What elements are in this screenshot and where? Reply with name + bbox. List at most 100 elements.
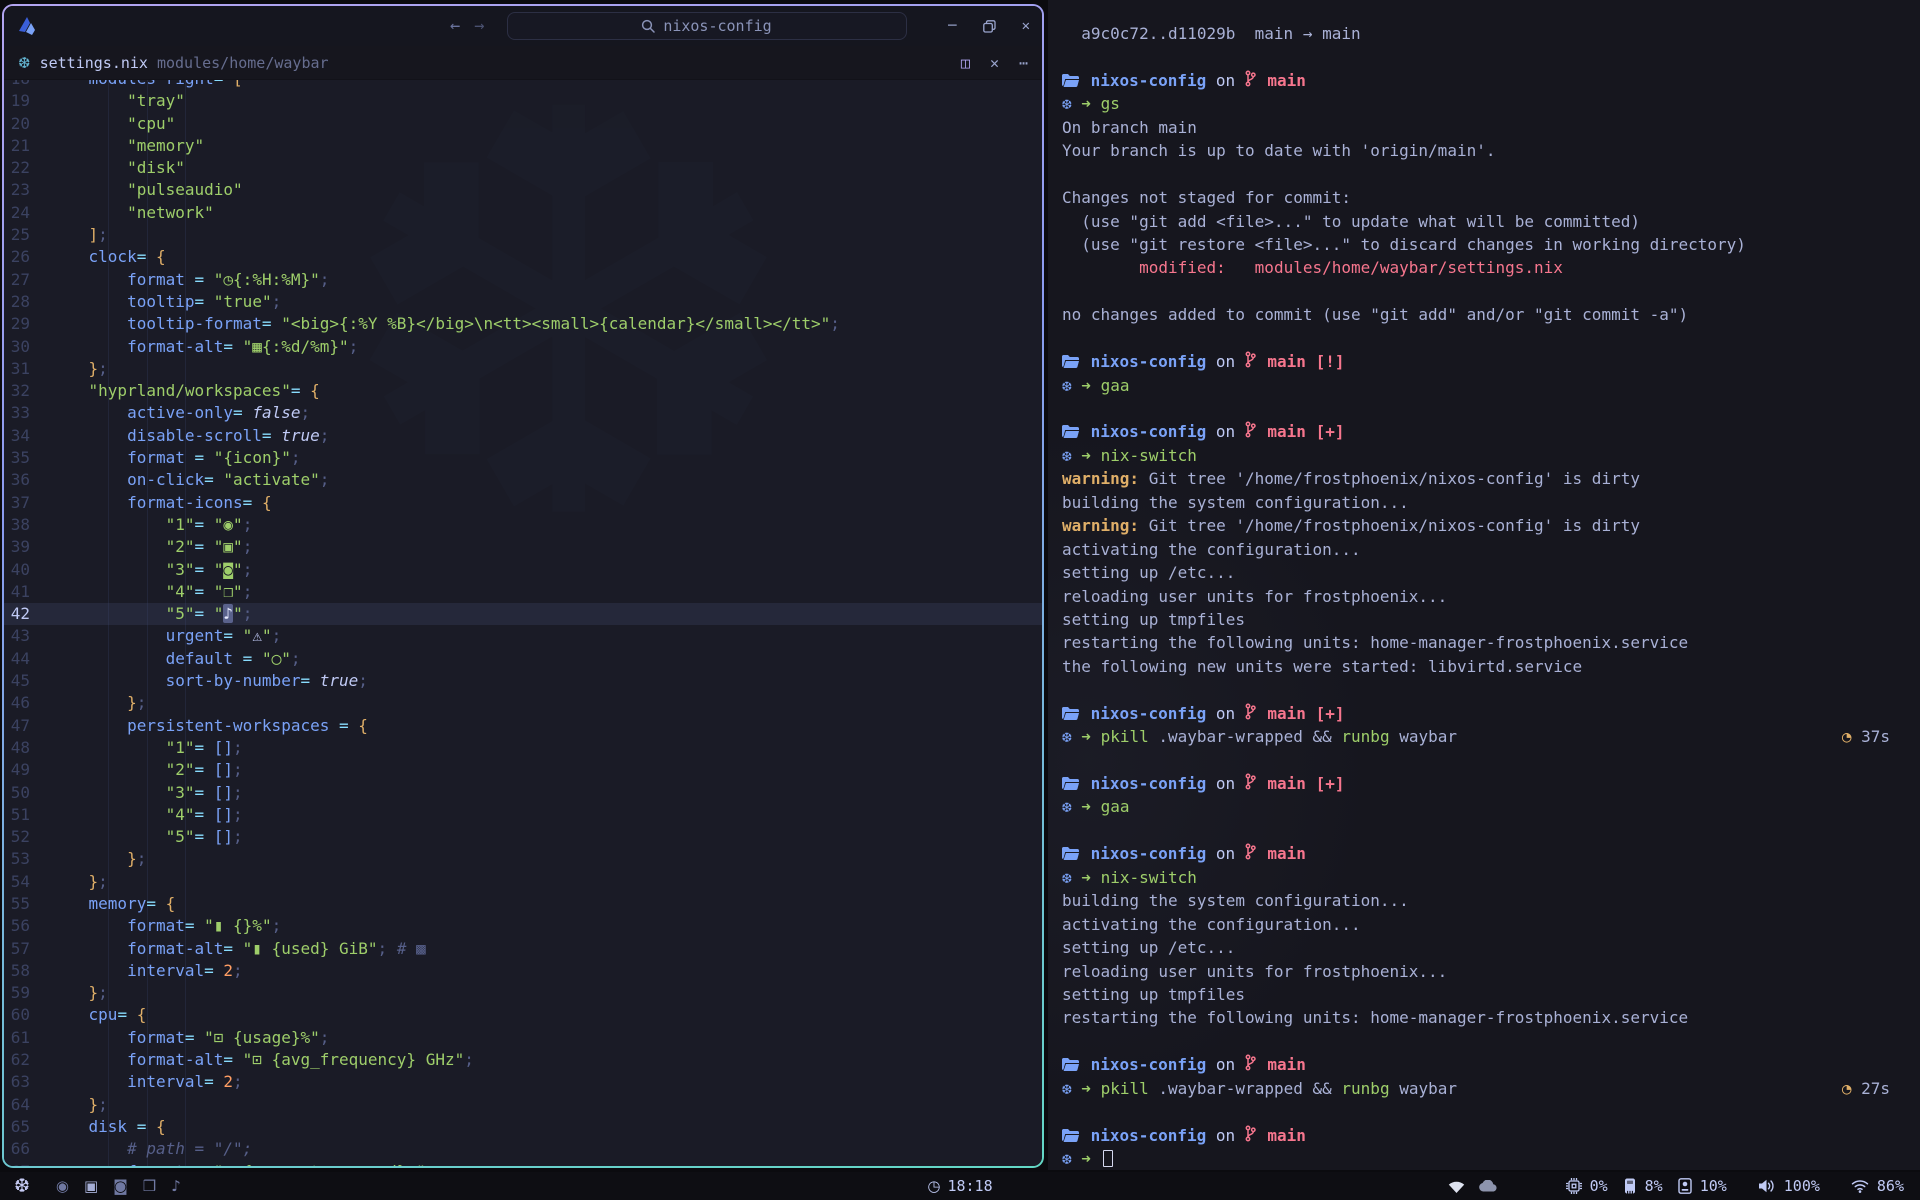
code-line-42[interactable]: 42 "5"= "♪"; [4,603,1042,625]
terminal-line-12: no changes added to commit (use "git add… [1062,303,1920,326]
clock-module[interactable]: ◷ 18:18 [927,1177,992,1195]
tab-close-icon[interactable]: ✕ [990,54,999,72]
code-line-37[interactable]: 37 format-icons= { [4,492,1042,514]
code-lines: 18 modules-right= [19 "tray"20 "cpu"21 "… [4,80,1042,1166]
terminal-window[interactable]: a9c0c72..d11029b main → main nixos-confi… [1048,0,1920,1170]
code-line-51[interactable]: 51 "4"= []; [4,804,1042,826]
nav-forward-button[interactable]: → [474,16,484,36]
code-line-55[interactable]: 55 memory= { [4,893,1042,915]
line-number: 22 [4,157,50,179]
code-line-24[interactable]: 24 "network" [4,202,1042,224]
code-text: "tray" [50,90,185,112]
code-line-35[interactable]: 35 format = "{icon}"; [4,447,1042,469]
workspace-2-terminal-icon[interactable]: ▣ [84,1177,98,1195]
tab-settings-nix[interactable]: ❆ settings.nix modules/home/waybar [18,54,329,72]
code-line-57[interactable]: 57 format-alt= "▮ {used} GiB"; # ▩ [4,938,1042,960]
split-pane-icon[interactable]: ◫ [961,54,970,72]
code-line-29[interactable]: 29 tooltip-format= "<big>{:%Y %B}</big>\… [4,313,1042,335]
code-line-27[interactable]: 27 format = "◷{:%H:%M}"; [4,269,1042,291]
workspace-4-notes-icon[interactable]: ❒ [143,1177,156,1195]
code-line-48[interactable]: 48 "1"= []; [4,737,1042,759]
code-line-32[interactable]: 32 "hyprland/workspaces"= { [4,380,1042,402]
code-line-49[interactable]: 49 "2"= []; [4,759,1042,781]
editor-window-inner: ← → nixos-config ─ ✕ ❆ settings.nix [4,6,1042,1166]
clock-time: 18:18 [947,1177,992,1195]
terminal-line-46 [1062,1100,1920,1123]
code-text: ]; [50,224,108,246]
tray-network-icon[interactable] [1448,1180,1465,1193]
code-line-56[interactable]: 56 format= "▮ {}%"; [4,915,1042,937]
memory-module[interactable]: 8% [1623,1177,1663,1195]
folder-icon [1062,1054,1079,1077]
code-line-44[interactable]: 44 default = "◯"; [4,648,1042,670]
terminal-line-3: ❆ ➜ gs [1062,92,1920,115]
tab-overflow-icon[interactable]: ⋯ [1019,54,1028,72]
code-line-54[interactable]: 54 }; [4,871,1042,893]
code-line-63[interactable]: 63 interval= 2; [4,1071,1042,1093]
code-line-65[interactable]: 65 disk = { [4,1116,1042,1138]
disk-module[interactable]: 10% [1678,1177,1727,1195]
code-text: format-alt= "⊡ {avg_frequency} GHz"; [50,1049,474,1071]
line-number: 51 [4,804,50,826]
line-number: 61 [4,1027,50,1049]
code-line-47[interactable]: 47 persistent-workspaces = { [4,715,1042,737]
code-editor-area[interactable]: ❆ 18 modules-right= [19 "tray"20 "cpu"21… [4,80,1042,1166]
code-line-21[interactable]: 21 "memory" [4,135,1042,157]
code-line-41[interactable]: 41 "4"= "❒"; [4,581,1042,603]
line-number: 60 [4,1004,50,1026]
code-text: tooltip= "true"; [50,291,281,313]
code-line-43[interactable]: 43 urgent= "⚠"; [4,625,1042,647]
volume-module[interactable]: 100% [1758,1177,1820,1195]
code-line-40[interactable]: 40 "3"= "◙"; [4,559,1042,581]
line-number: 40 [4,559,50,581]
workspace-3-discord-icon[interactable]: ◙ [113,1177,128,1195]
code-line-30[interactable]: 30 format-alt= "▦{:%d/%m}"; [4,336,1042,358]
code-line-28[interactable]: 28 tooltip= "true"; [4,291,1042,313]
code-line-52[interactable]: 52 "5"= []; [4,826,1042,848]
code-line-53[interactable]: 53 }; [4,848,1042,870]
code-line-26[interactable]: 26 clock= { [4,246,1042,268]
code-line-60[interactable]: 60 cpu= { [4,1004,1042,1026]
code-line-23[interactable]: 23 "pulseaudio" [4,179,1042,201]
code-line-34[interactable]: 34 disable-scroll= true; [4,425,1042,447]
code-line-20[interactable]: 20 "cpu" [4,113,1042,135]
code-line-50[interactable]: 50 "3"= []; [4,782,1042,804]
app-logo-icon [16,15,42,37]
nixos-menu-icon[interactable]: ❆ [14,1175,30,1197]
code-text: "5"= []; [50,826,243,848]
tray-cloud-icon[interactable] [1478,1180,1499,1192]
code-line-59[interactable]: 59 }; [4,982,1042,1004]
code-text: "pulseaudio" [50,179,243,201]
code-text: "cpu" [50,113,175,135]
code-line-25[interactable]: 25 ]; [4,224,1042,246]
code-line-58[interactable]: 58 interval= 2; [4,960,1042,982]
code-line-45[interactable]: 45 sort-by-number= true; [4,670,1042,692]
code-line-39[interactable]: 39 "2"= "▣"; [4,536,1042,558]
code-line-46[interactable]: 46 }; [4,692,1042,714]
code-line-66[interactable]: 66 # path = "/"; [4,1138,1042,1160]
code-line-18[interactable]: 18 modules-right= [ [4,80,1042,90]
restore-button[interactable] [983,20,996,33]
code-line-19[interactable]: 19 "tray" [4,90,1042,112]
code-line-38[interactable]: 38 "1"= "◉"; [4,514,1042,536]
folder-icon [1062,1125,1079,1148]
code-line-64[interactable]: 64 }; [4,1094,1042,1116]
nav-back-button[interactable]: ← [450,16,460,36]
code-line-22[interactable]: 22 "disk" [4,157,1042,179]
code-line-62[interactable]: 62 format-alt= "⊡ {avg_frequency} GHz"; [4,1049,1042,1071]
network-module[interactable]: 86% [1851,1177,1904,1195]
workspace-1-firefox-icon[interactable]: ◉ [56,1177,69,1195]
code-line-36[interactable]: 36 on-click= "activate"; [4,469,1042,491]
code-line-33[interactable]: 33 active-only= false; [4,402,1042,424]
minimize-button[interactable]: ─ [948,18,956,34]
code-line-61[interactable]: 61 format= "⊡ {usage}%"; [4,1027,1042,1049]
code-line-31[interactable]: 31 }; [4,358,1042,380]
git-branch-icon [1245,843,1256,866]
code-line-67[interactable]: 67 format = "◎ {percentage_used}%"; [4,1161,1042,1166]
cpu-module[interactable]: 0% [1566,1177,1608,1195]
code-text: }; [50,871,108,893]
workspace-5-music-icon[interactable]: ♪ [171,1177,181,1195]
editor-titlebar: ← → nixos-config ─ ✕ [4,6,1042,46]
close-button[interactable]: ✕ [1022,18,1030,34]
project-search-box[interactable]: nixos-config [507,12,907,40]
